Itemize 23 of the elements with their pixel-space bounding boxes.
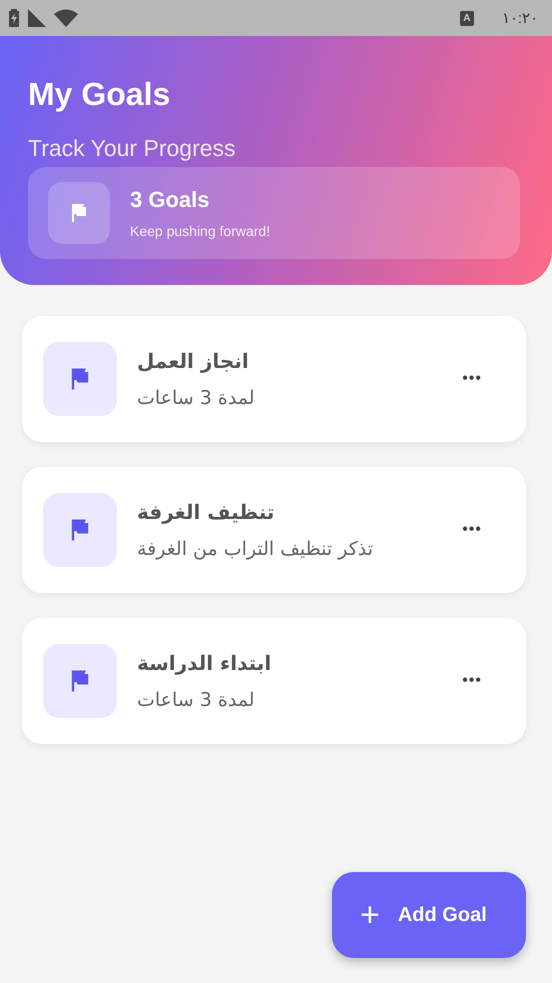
more-button[interactable]: ••• — [462, 521, 482, 539]
goal-title: انجاز العمل — [137, 349, 249, 373]
keyboard-icon: A — [460, 10, 474, 26]
goal-title: ابتداء الدراسة — [137, 651, 272, 675]
page-title: My Goals — [28, 76, 172, 113]
battery-icon — [8, 9, 20, 27]
goal-title: تنظيف الغرفة — [137, 500, 274, 524]
more-button[interactable]: ••• — [462, 370, 482, 388]
goal-card[interactable]: انجاز العمل لمدة 3 ساعات ••• — [22, 316, 526, 442]
plus-icon: + — [360, 896, 380, 934]
goal-count: 3 Goals — [130, 187, 210, 213]
goal-description: لمدة 3 ساعات — [137, 689, 255, 711]
goal-card[interactable]: تنظيف الغرفة تذكر تنظيف التراب من الغرفة ••• — [22, 467, 526, 593]
add-goal-button[interactable]: + Add Goal — [332, 872, 526, 958]
goal-description: تذكر تنظيف التراب من الغرفة — [137, 538, 374, 560]
page-subtitle: Track Your Progress — [28, 135, 237, 162]
goal-card[interactable]: ابتداء الدراسة لمدة 3 ساعات ••• — [22, 618, 526, 744]
summary-message: Keep pushing forward! — [130, 223, 270, 239]
goal-description: لمدة 3 ساعات — [137, 387, 255, 409]
signal-icon — [28, 9, 46, 27]
wifi-icon — [54, 9, 78, 27]
more-button[interactable]: ••• — [462, 672, 482, 690]
clock: ١٠:٢٠ — [502, 9, 538, 27]
